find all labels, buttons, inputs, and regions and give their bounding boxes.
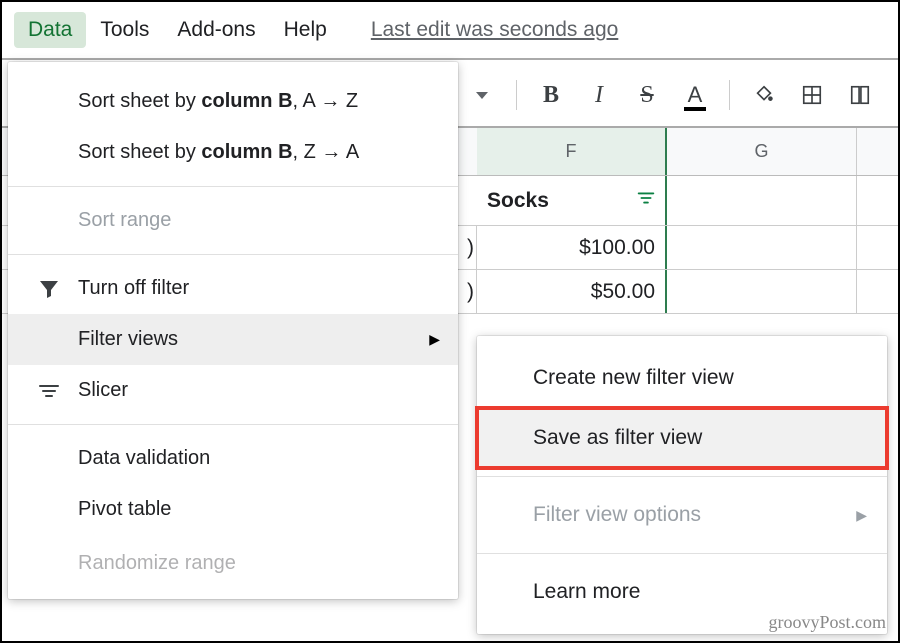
cell-partial: ) (457, 270, 477, 313)
column-header-F[interactable]: F (477, 128, 667, 175)
menu-item-data-validation[interactable]: Data validation (8, 433, 458, 484)
menu-item-sort-az[interactable]: Sort sheet by column B, A → Z (8, 76, 458, 127)
menu-divider (477, 553, 887, 554)
menu-item-label: Sort sheet by column B, A → Z (78, 90, 358, 113)
borders-button[interactable] (792, 75, 832, 115)
menu-item-label: Save as filter view (533, 426, 702, 450)
menu-item-label: Pivot table (78, 498, 171, 521)
filter-views-submenu: Create new filter view Save as filter vi… (477, 336, 887, 634)
data-menu-dropdown: Sort sheet by column B, A → Z Sort sheet… (8, 62, 458, 599)
menu-item-label: Randomize range (78, 552, 236, 575)
cell[interactable]: $100.00 (477, 226, 667, 269)
cell-partial: ) (457, 226, 477, 269)
menu-data[interactable]: Data (14, 12, 86, 48)
cell[interactable] (667, 226, 857, 269)
dropdown-caret-icon[interactable] (462, 75, 502, 115)
filter-icon[interactable] (635, 187, 657, 215)
menu-item-label: Sort range (78, 209, 171, 232)
toolbar-divider (729, 80, 730, 110)
watermark: groovyPost.com (768, 612, 886, 633)
menubar: Data Tools Add-ons Help Last edit was se… (2, 2, 898, 60)
chevron-right-icon: ▶ (429, 331, 440, 348)
menu-tools[interactable]: Tools (86, 12, 163, 48)
menu-divider (8, 254, 458, 255)
cell[interactable] (667, 176, 857, 225)
slicer-icon (36, 378, 62, 404)
cell-value: Socks (487, 189, 549, 213)
menu-addons[interactable]: Add-ons (163, 12, 269, 48)
text-color-button[interactable]: A (675, 75, 715, 115)
menu-item-randomize-range[interactable]: Randomize range (8, 535, 458, 585)
toolbar-divider (516, 80, 517, 110)
menu-item-label: Filter view options (533, 503, 701, 527)
submenu-item-save-as-filter-view[interactable]: Save as filter view (477, 408, 887, 468)
menu-divider (477, 476, 887, 477)
menu-divider (8, 424, 458, 425)
submenu-item-create-filter-view[interactable]: Create new filter view (477, 348, 887, 408)
menu-item-slicer[interactable]: Slicer (8, 365, 458, 416)
menu-item-sort-range: Sort range (8, 195, 458, 246)
menu-item-label: Create new filter view (533, 366, 734, 390)
menu-item-sort-za[interactable]: Sort sheet by column B, Z → A (8, 127, 458, 178)
menu-divider (8, 186, 458, 187)
cell[interactable]: $50.00 (477, 270, 667, 313)
menu-item-label: Sort sheet by column B, Z → A (78, 141, 359, 164)
menu-item-label: Turn off filter (78, 277, 189, 300)
menu-item-pivot-table[interactable]: Pivot table (8, 484, 458, 535)
merge-cells-button[interactable] (840, 75, 880, 115)
menu-item-label: Slicer (78, 379, 128, 402)
column-header-G[interactable]: G (667, 128, 857, 175)
strikethrough-button[interactable]: S (627, 75, 667, 115)
italic-button[interactable]: I (579, 75, 619, 115)
fill-color-button[interactable] (744, 75, 784, 115)
menu-item-label: Data validation (78, 447, 210, 470)
bold-button[interactable]: B (531, 75, 571, 115)
cell-F-header[interactable]: Socks (477, 176, 667, 225)
menu-item-filter-views[interactable]: Filter views ▶ (8, 314, 458, 365)
last-edit-status[interactable]: Last edit was seconds ago (371, 18, 619, 42)
chevron-right-icon: ▶ (856, 507, 867, 524)
menu-item-turn-off-filter[interactable]: Turn off filter (8, 263, 458, 314)
funnel-icon (36, 276, 62, 302)
submenu-item-filter-view-options: Filter view options ▶ (477, 485, 887, 545)
menu-help[interactable]: Help (270, 12, 341, 48)
menu-item-label: Learn more (533, 580, 640, 604)
cell[interactable] (667, 270, 857, 313)
menu-item-label: Filter views (78, 328, 178, 351)
